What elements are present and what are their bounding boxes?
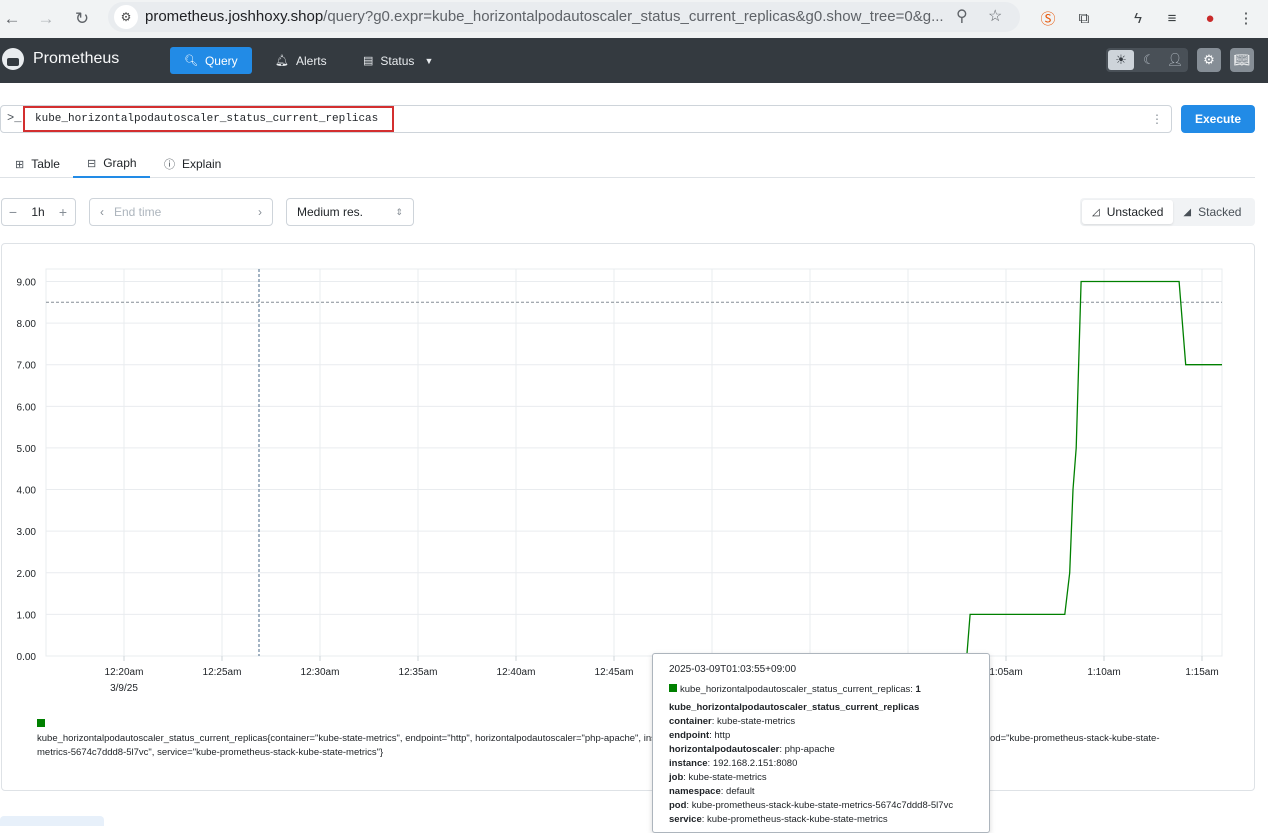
tooltip-label-row: service: kube-prometheus-stack-kube-stat… — [669, 813, 973, 827]
tooltip-label-row: pod: kube-prometheus-stack-kube-state-me… — [669, 799, 973, 813]
tooltip-label-value: : http — [709, 730, 731, 741]
hover-tooltip: 2025-03-09T01:03:55+09:00 kube_horizonta… — [652, 653, 990, 833]
x-tick-label: 12:35am — [399, 667, 438, 678]
legend: kube_horizontalpodautoscaler_status_curr… — [37, 718, 1187, 760]
tooltip-label-row: namespace: default — [669, 785, 973, 799]
x-tick-label: 12:45am — [595, 667, 634, 678]
tooltip-label-value: : kube-state-metrics — [683, 772, 767, 783]
tooltip-label-key: pod — [669, 800, 687, 811]
x-tick-label: 12:30am — [301, 667, 340, 678]
x-tick-label: 1:05am — [989, 667, 1022, 678]
tooltip-label-value: : php-apache — [779, 744, 835, 755]
x-tick-label: 12:25am — [203, 667, 242, 678]
tooltip-label-value: : kube-state-metrics — [711, 716, 796, 727]
tooltip-label-key: service — [669, 814, 702, 825]
x-tick-label: 1:15am — [1185, 667, 1218, 678]
y-tick-label: 5.00 — [17, 444, 37, 455]
line-chart[interactable]: 0.00 1.00 2.00 3.00 4.00 5.00 6.00 7.00 8.00 9.00… — [0, 0, 1268, 824]
y-tick-label: 0.00 — [17, 652, 37, 663]
tooltip-value: 1 — [915, 684, 921, 695]
tooltip-label-row: endpoint: http — [669, 729, 973, 743]
y-tick-label: 3.00 — [17, 527, 37, 538]
x-tick-label: 12:20am — [105, 667, 144, 678]
tooltip-label-row: container: kube-state-metrics — [669, 715, 973, 729]
y-tick-label: 4.00 — [17, 486, 37, 497]
tooltip-metric-name: kube_horizontalpodautoscaler_status_curr… — [669, 702, 920, 713]
legend-swatch — [37, 719, 45, 727]
tooltip-label-key: job — [669, 772, 684, 783]
tooltip-timestamp: 2025-03-09T01:03:55+09:00 — [669, 664, 797, 675]
tooltip-swatch — [669, 684, 677, 692]
tooltip-label-value: : 192.168.2.151:8080 — [707, 758, 798, 769]
tooltip-label-key: horizontalpodautoscaler — [669, 744, 780, 755]
y-tick-label: 8.00 — [17, 319, 37, 330]
y-tick-label: 6.00 — [17, 402, 37, 413]
tooltip-label-value: : kube-prometheus-stack-kube-state-metri… — [701, 814, 888, 825]
add-panel-button-edge[interactable] — [0, 816, 104, 826]
legend-series-text[interactable]: kube_horizontalpodautoscaler_status_curr… — [37, 733, 1160, 758]
tooltip-series-row: kube_horizontalpodautoscaler_status_curr… — [669, 683, 973, 697]
x-tick-label: 12:40am — [497, 667, 536, 678]
tooltip-label-key: instance — [669, 758, 708, 769]
x-date-label: 3/9/25 — [110, 683, 138, 694]
y-tick-label: 2.00 — [17, 569, 37, 580]
tooltip-labels: container: kube-state-metrics endpoint: h… — [669, 715, 973, 827]
y-tick-label: 9.00 — [17, 277, 37, 288]
y-tick-label: 1.00 — [17, 610, 37, 621]
tooltip-label-value: : default — [720, 786, 755, 797]
tooltip-label-row: instance: 192.168.2.151:8080 — [669, 757, 973, 771]
x-tick-label: 1:10am — [1087, 667, 1120, 678]
series-line — [966, 280, 1222, 657]
tooltip-series-name: kube_horizontalpodautoscaler_status_curr… — [680, 684, 911, 695]
tooltip-label-key: namespace — [669, 786, 721, 797]
tooltip-label-value: : kube-prometheus-stack-kube-state-metri… — [686, 800, 954, 811]
tooltip-label-key: endpoint — [669, 730, 710, 741]
tooltip-label-key: container — [669, 716, 712, 727]
y-tick-label: 7.00 — [17, 361, 37, 372]
tooltip-label-row: job: kube-state-metrics — [669, 771, 973, 785]
tooltip-label-row: horizontalpodautoscaler: php-apache — [669, 743, 973, 757]
